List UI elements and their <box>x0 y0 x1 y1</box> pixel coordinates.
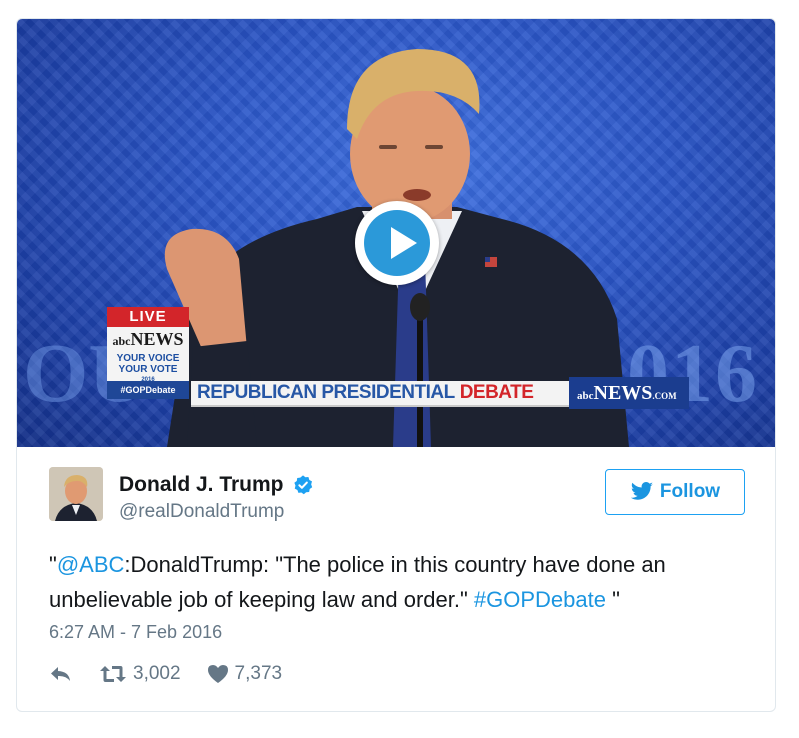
network-label: abcNEWS <box>107 327 189 351</box>
twitter-bird-icon <box>630 482 653 500</box>
tweet-timestamp[interactable]: 6:27 AM - 7 Feb 2016 <box>49 622 222 643</box>
reply-icon <box>51 667 70 681</box>
video-player[interactable]: OU 2016 LIVE abcNEWS YOUR VOICE YOUR VOT… <box>17 19 775 447</box>
tweet-card: OU 2016 LIVE abcNEWS YOUR VOICE YOUR VOT… <box>16 18 776 712</box>
play-icon <box>364 210 430 276</box>
reply-button[interactable] <box>49 664 73 684</box>
avatar[interactable] <box>49 467 103 521</box>
retweet-button[interactable]: 3,002 <box>99 663 181 685</box>
like-button[interactable]: 7,373 <box>207 663 283 685</box>
play-button[interactable] <box>355 201 439 285</box>
campaign-label: YOUR VOICE YOUR VOTE 2016 <box>107 351 189 383</box>
verified-badge-icon <box>293 475 312 495</box>
retweet-icon <box>100 666 126 682</box>
author-name[interactable]: Donald J. Trump <box>119 473 284 497</box>
heart-icon <box>207 665 228 683</box>
follow-button[interactable]: Follow <box>605 469 745 515</box>
lower-third-banner: REPUBLICAN PRESIDENTIAL DEBATE abcNEWS.C… <box>191 377 689 409</box>
mention-link[interactable]: @ABC <box>57 552 125 577</box>
banner-title: REPUBLICAN PRESIDENTIAL <box>197 382 455 403</box>
author-handle[interactable]: @realDonaldTrump <box>119 501 284 523</box>
tweet-text: "@ABC:DonaldTrump: "The police in this c… <box>49 552 666 612</box>
like-count: 7,373 <box>234 663 283 684</box>
hashtag-tag: #GOPDebate <box>107 381 189 399</box>
follow-label: Follow <box>659 481 721 502</box>
network-bug: LIVE abcNEWS YOUR VOICE YOUR VOTE 2016 #… <box>107 307 189 399</box>
live-label: LIVE <box>107 307 189 327</box>
tweet-actions: 3,002 7,373 <box>49 663 308 685</box>
retweet-count: 3,002 <box>133 663 181 684</box>
hashtag-link[interactable]: #GOPDebate <box>474 587 606 612</box>
author-name-row: Donald J. Trump <box>119 473 314 497</box>
banner-title-highlight: DEBATE <box>459 382 534 403</box>
banner-brand: abcNEWS.COM <box>569 377 689 409</box>
